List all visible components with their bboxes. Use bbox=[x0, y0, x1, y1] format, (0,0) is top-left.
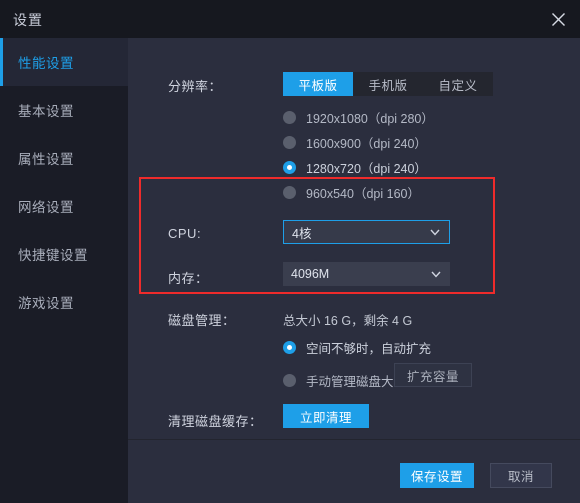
tab-tablet[interactable]: 平板版 bbox=[283, 72, 353, 96]
sidebar-item-performance[interactable]: 性能设置 bbox=[0, 38, 128, 86]
footer-divider bbox=[128, 439, 580, 440]
sidebar-item-game[interactable]: 游戏设置 bbox=[0, 278, 128, 326]
sidebar-item-label: 基本设置 bbox=[18, 104, 74, 119]
window-title: 设置 bbox=[13, 12, 43, 28]
radio-label: 1280x720（dpi 240） bbox=[306, 162, 427, 176]
save-button[interactable]: 保存设置 bbox=[400, 463, 474, 488]
radio-icon bbox=[283, 374, 296, 387]
radio-icon bbox=[283, 136, 296, 149]
memory-select[interactable]: 4096M bbox=[283, 262, 450, 286]
cpu-label: CPU: bbox=[168, 226, 202, 241]
cache-label: 清理磁盘缓存： bbox=[168, 414, 263, 429]
cpu-select[interactable]: 4核 bbox=[283, 220, 450, 244]
resolution-tab-group: 平板版 手机版 自定义 bbox=[283, 72, 493, 96]
expand-capacity-button[interactable]: 扩充容量 bbox=[394, 363, 472, 387]
sidebar-item-label: 快捷键设置 bbox=[18, 248, 88, 263]
radio-label: 手动管理磁盘大小 bbox=[306, 375, 407, 389]
sidebar-item-label: 性能设置 bbox=[18, 56, 74, 71]
radio-icon bbox=[283, 111, 296, 124]
radio-icon bbox=[283, 161, 296, 174]
disk-option-manual[interactable]: 手动管理磁盘大小 bbox=[283, 371, 406, 390]
resolution-option-1280x720[interactable]: 1280x720（dpi 240） bbox=[283, 158, 427, 177]
radio-label: 1600x900（dpi 240） bbox=[306, 137, 427, 151]
sidebar-item-network[interactable]: 网络设置 bbox=[0, 182, 128, 230]
resolution-option-1600x900[interactable]: 1600x900（dpi 240） bbox=[283, 133, 427, 152]
tab-custom[interactable]: 自定义 bbox=[423, 72, 493, 96]
sidebar: 性能设置 基本设置 属性设置 网络设置 快捷键设置 游戏设置 bbox=[0, 38, 128, 503]
memory-label: 内存： bbox=[168, 271, 209, 286]
title-bar: 设置 bbox=[0, 0, 580, 38]
radio-icon bbox=[283, 186, 296, 199]
sidebar-item-hotkeys[interactable]: 快捷键设置 bbox=[0, 230, 128, 278]
tab-phone[interactable]: 手机版 bbox=[353, 72, 423, 96]
disk-summary: 总大小 16 G，剩余 4 G bbox=[283, 314, 413, 328]
close-icon bbox=[551, 12, 565, 26]
cpu-select-value: 4核 bbox=[292, 226, 312, 241]
close-button[interactable] bbox=[536, 0, 580, 38]
resolution-label: 分辨率： bbox=[168, 79, 223, 94]
cancel-button[interactable]: 取消 bbox=[490, 463, 552, 488]
sidebar-item-label: 网络设置 bbox=[18, 200, 74, 215]
resolution-option-1920x1080[interactable]: 1920x1080（dpi 280） bbox=[283, 108, 434, 127]
sidebar-item-basic[interactable]: 基本设置 bbox=[0, 86, 128, 134]
radio-icon bbox=[283, 341, 296, 354]
main-panel: 分辨率： 平板版 手机版 自定义 1920x1080（dpi 280） 1600… bbox=[128, 38, 580, 503]
disk-label: 磁盘管理： bbox=[168, 313, 236, 328]
resolution-option-960x540[interactable]: 960x540（dpi 160） bbox=[283, 183, 420, 202]
clear-cache-button[interactable]: 立即清理 bbox=[283, 404, 369, 428]
radio-label: 1920x1080（dpi 280） bbox=[306, 112, 434, 126]
chevron-down-icon bbox=[430, 229, 440, 236]
sidebar-item-label: 属性设置 bbox=[18, 152, 74, 167]
settings-window: 设置 性能设置 基本设置 属性设置 网络设置 快捷键设置 游戏设置 分辨率： 平… bbox=[0, 0, 580, 503]
radio-label: 空间不够时，自动扩充 bbox=[306, 342, 432, 356]
memory-select-value: 4096M bbox=[291, 267, 330, 281]
disk-option-auto-expand[interactable]: 空间不够时，自动扩充 bbox=[283, 338, 431, 357]
sidebar-item-properties[interactable]: 属性设置 bbox=[0, 134, 128, 182]
sidebar-item-label: 游戏设置 bbox=[18, 296, 74, 311]
radio-label: 960x540（dpi 160） bbox=[306, 187, 420, 201]
chevron-down-icon bbox=[431, 271, 441, 278]
